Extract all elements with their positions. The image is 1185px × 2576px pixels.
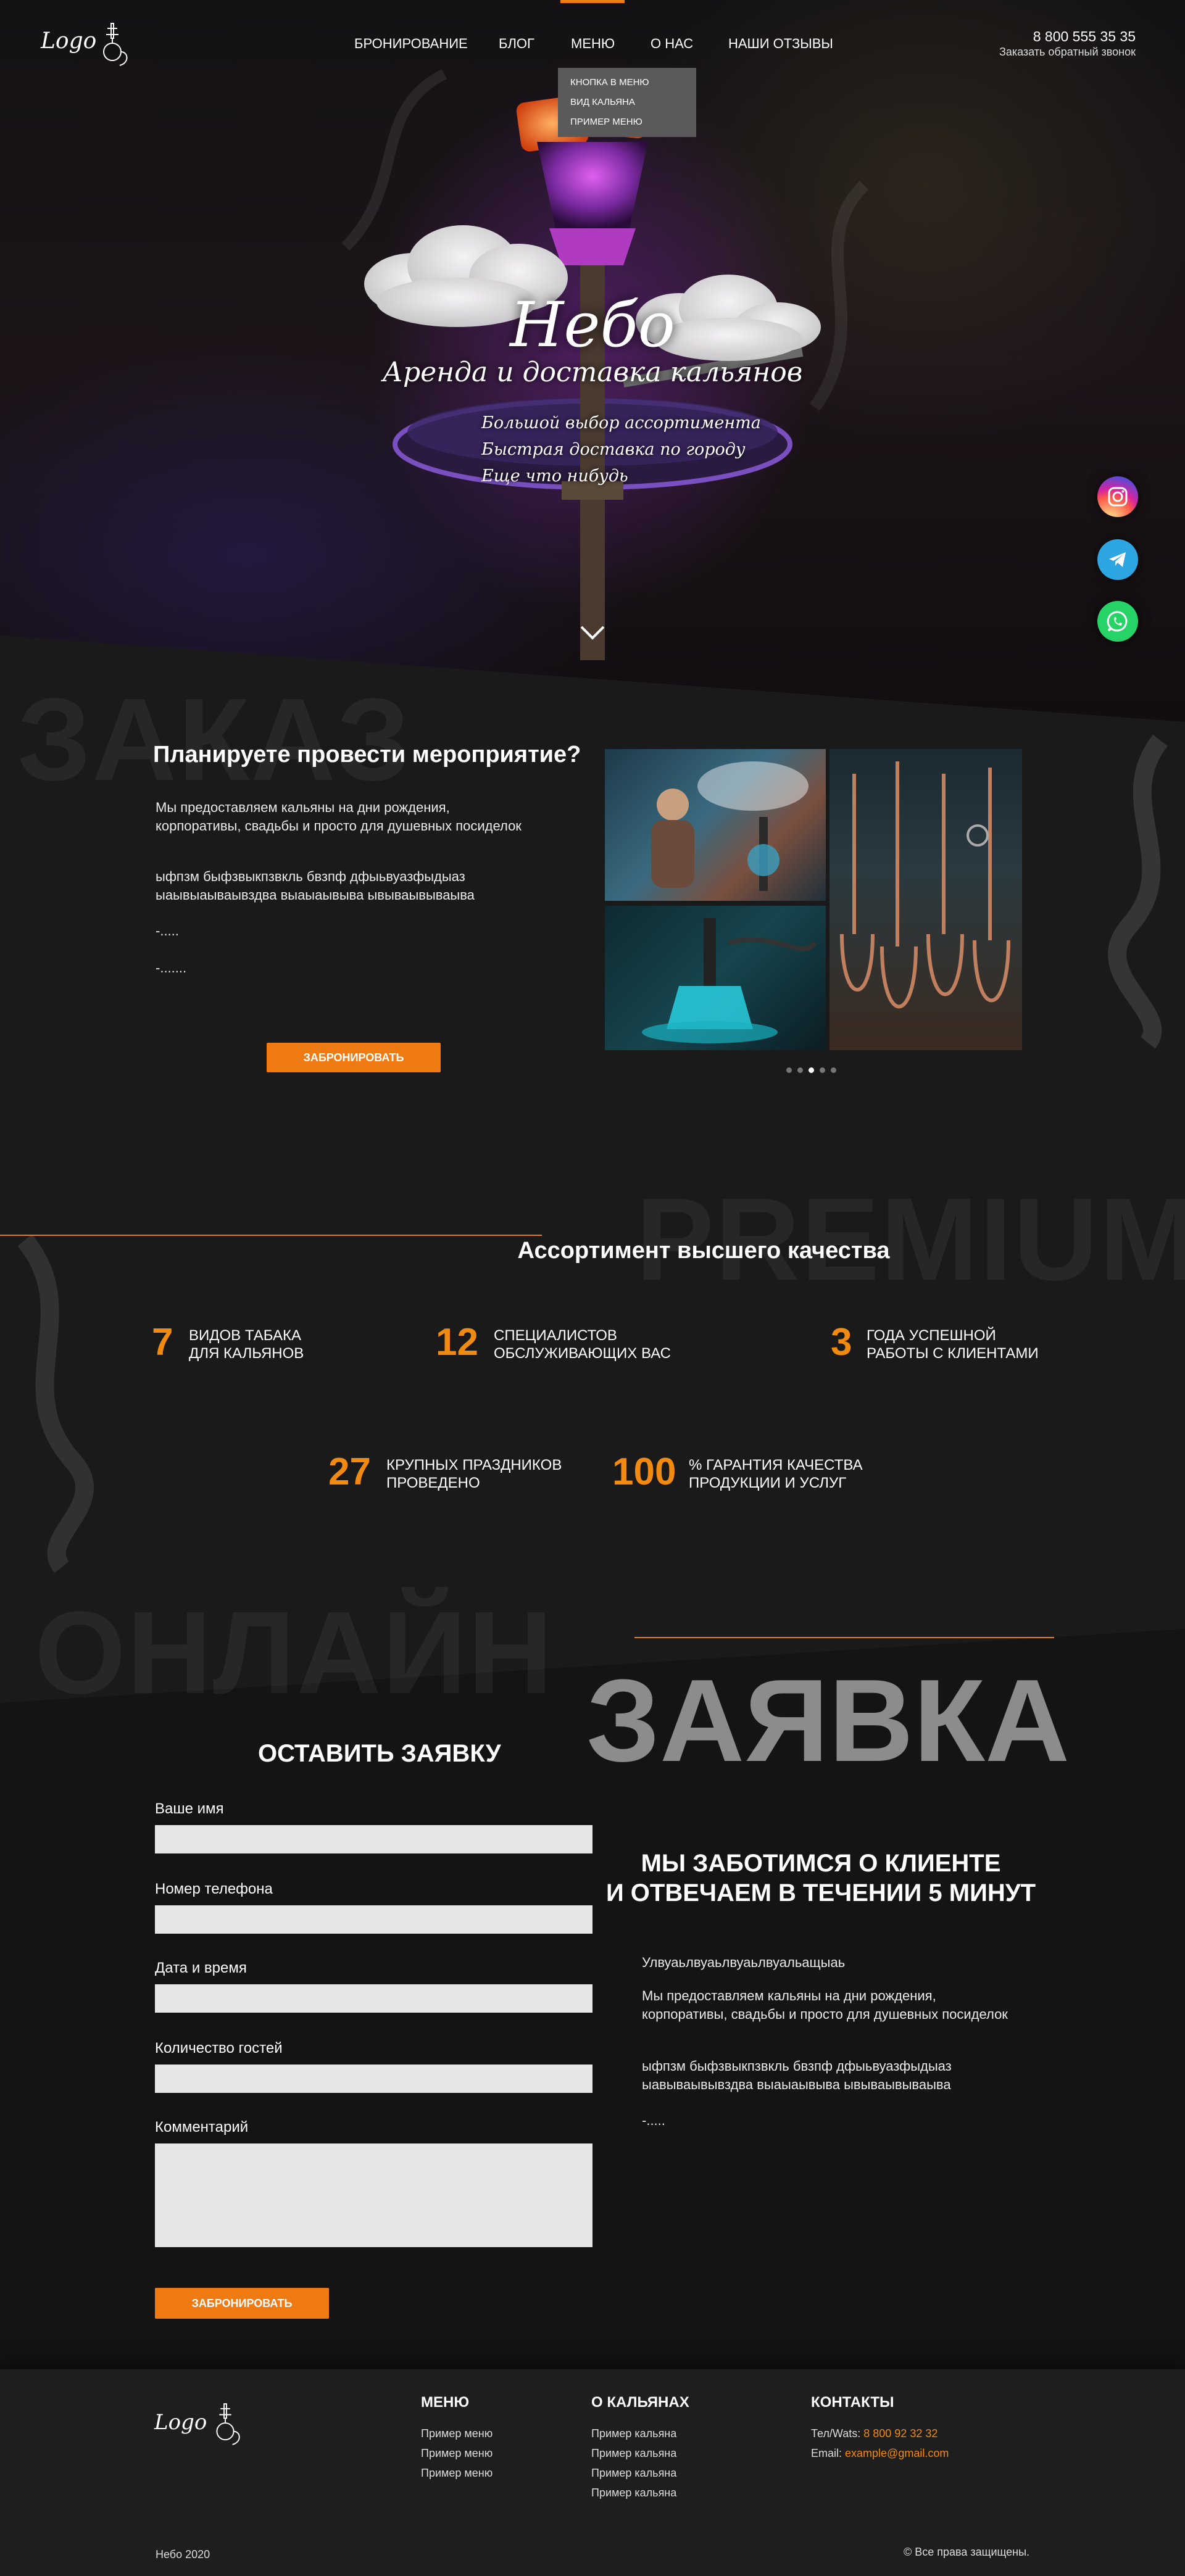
event-title: Планируете провести мероприятие? xyxy=(153,742,581,768)
gallery-image[interactable] xyxy=(605,906,826,1050)
hookah-logo-icon xyxy=(216,2403,240,2445)
hero-feature: Быстрая доставка по городу xyxy=(481,440,746,459)
care-text: -..... xyxy=(642,2113,665,2128)
whatsapp-button[interactable] xyxy=(1097,601,1138,642)
event-text: Мы предоставляем кальяны на дни рождения… xyxy=(156,800,522,834)
guests-input[interactable] xyxy=(155,2065,592,2093)
watermark-online: ОНЛАЙН xyxy=(35,1588,554,1718)
nav-active-indicator xyxy=(560,0,625,3)
hero-feature: Большой выбор ассортимента xyxy=(481,413,761,433)
telegram-button[interactable] xyxy=(1097,539,1138,580)
menu-dropdown: КНОПКА В МЕНЮ ВИД КАЛЬЯНА ПРИМЕР МЕНЮ xyxy=(558,68,696,137)
dropdown-item[interactable]: КНОПКА В МЕНЮ xyxy=(570,73,684,93)
field-label: Комментарий xyxy=(155,2119,249,2135)
stat-label: КРУПНЫХ ПРАЗДНИКОВ ПРОВЕДЕНО xyxy=(386,1457,562,1491)
stat-label: ВИДОВ ТАБАКА ДЛЯ КАЛЬЯНОВ xyxy=(189,1327,304,1362)
hero-subtitle: Аренда и доставка кальянов xyxy=(382,357,803,388)
footer-menu-link[interactable]: Пример меню xyxy=(421,2467,493,2480)
slider-dot[interactable] xyxy=(820,1067,825,1073)
dropdown-item[interactable]: ВИД КАЛЬЯНА xyxy=(570,93,684,112)
hero-title: Небо xyxy=(510,289,675,361)
footer-menu-link[interactable]: Пример меню xyxy=(421,2427,493,2440)
watermark-order: ЗАКАЗ xyxy=(17,674,412,805)
footer-phone: Тел/Wats: 8 800 92 32 32 xyxy=(811,2427,938,2440)
care-text: ыфпзм быфзвыкпзвкль бвзпф дфыьвуазфыдыаз… xyxy=(642,2058,952,2092)
callback-link[interactable]: Заказать обратный звонок xyxy=(999,46,1136,59)
footer-phone-link[interactable]: 8 800 92 32 32 xyxy=(863,2427,938,2440)
care-title: МЫ ЗАБОТИМСЯ О КЛИЕНТЕ xyxy=(641,1850,1001,1877)
stat-number: 12 xyxy=(436,1321,478,1364)
smoke-decoration xyxy=(17,1234,94,1573)
book-button[interactable]: ЗАБРОНИРОВАТЬ xyxy=(267,1043,441,1072)
stat-number: 3 xyxy=(831,1321,852,1364)
name-input[interactable] xyxy=(155,1825,592,1853)
nav-about[interactable]: О НАС xyxy=(651,36,693,52)
comment-textarea[interactable] xyxy=(155,2143,592,2247)
hookah-logo-icon xyxy=(103,23,128,66)
event-text: -....... xyxy=(156,960,187,975)
event-text: ыфпзм быфзвыкпзвкль бвзпф дфыьвуазфыдыаз… xyxy=(156,869,475,903)
footer-copyright-left: Небо 2020 xyxy=(156,2548,210,2561)
nav-blog[interactable]: БЛОГ xyxy=(499,36,534,52)
nav-booking[interactable]: БРОНИРОВАНИЕ xyxy=(354,36,468,52)
logo[interactable]: Logo xyxy=(41,28,96,54)
footer-email-link[interactable]: example@gmail.com xyxy=(845,2447,949,2459)
navbar: Logo БРОНИРОВАНИЕ БЛОГ МЕНЮ О НАС НАШИ О… xyxy=(0,0,1185,137)
event-text: -..... xyxy=(156,923,179,938)
instagram-button[interactable] xyxy=(1097,476,1138,517)
stat-label: % ГАРАНТИЯ КАЧЕСТВА ПРОДУКЦИИ И УСЛУГ xyxy=(689,1457,863,1491)
footer-hookah-link[interactable]: Пример кальяна xyxy=(591,2447,676,2460)
gallery-photo-hookah-row xyxy=(840,761,1010,1009)
slider-dot-active[interactable] xyxy=(809,1067,814,1073)
phone-input[interactable] xyxy=(155,1905,592,1934)
footer-hookah-link[interactable]: Пример кальяна xyxy=(591,2467,676,2480)
nav-menu[interactable]: МЕНЮ xyxy=(571,36,615,52)
care-text: Мы предоставляем кальяны на дни рождения… xyxy=(642,1988,1008,2022)
gallery-image[interactable] xyxy=(605,749,826,901)
divider-line xyxy=(0,1235,542,1236)
gallery-photo-smoker xyxy=(651,761,809,891)
field-label: Номер телефона xyxy=(155,1881,273,1897)
stat-number: 27 xyxy=(328,1451,371,1493)
care-title: И ОТВЕЧАЕМ В ТЕЧЕНИИ 5 МИНУТ xyxy=(605,1879,1036,1907)
premium-title: Ассортимент высшего качества xyxy=(517,1238,890,1264)
field-label: Ваше имя xyxy=(155,1800,224,1817)
submit-button[interactable]: ЗАБРОНИРОВАТЬ xyxy=(155,2288,329,2319)
chevron-down-icon[interactable] xyxy=(579,623,606,642)
gallery-photo-hookah-glow xyxy=(642,918,817,1043)
field-label: Дата и время xyxy=(155,1960,247,1976)
whatsapp-icon xyxy=(1107,611,1128,632)
datetime-input[interactable] xyxy=(155,1984,592,2013)
phone-number[interactable]: 8 800 555 35 35 xyxy=(1033,28,1136,45)
order-big-title: ЗАЯВКА xyxy=(586,1655,1070,1786)
slider-dot[interactable] xyxy=(831,1067,836,1073)
footer-hookah-link[interactable]: Пример кальяна xyxy=(591,2427,676,2440)
footer-copyright-right: © Все права защищены. xyxy=(904,2546,1030,2558)
smoke-decoration xyxy=(1108,734,1168,1049)
hero-feature: Еще что нибудь xyxy=(481,466,628,486)
hero-section: Logo БРОНИРОВАНИЕ БЛОГ МЕНЮ О НАС НАШИ О… xyxy=(0,0,1185,722)
footer-hookah-heading: О КАЛЬЯНАХ xyxy=(591,2394,689,2411)
footer-menu-link[interactable]: Пример меню xyxy=(421,2447,493,2460)
stat-label: СПЕЦИАЛИСТОВ ОБСЛУЖИВАЮЩИХ ВАС xyxy=(494,1327,672,1362)
telegram-icon xyxy=(1109,552,1126,567)
field-label: Количество гостей xyxy=(155,2040,283,2056)
form-title: ОСТАВИТЬ ЗАЯВКУ xyxy=(258,1740,501,1767)
stat-number: 7 xyxy=(152,1321,173,1364)
footer-logo[interactable]: Logo xyxy=(154,2410,207,2435)
care-text: Улвуаьлвуаьлвуаьлвуальащыаь xyxy=(642,1955,846,1970)
footer-contacts-heading: КОНТАКТЫ xyxy=(811,2394,894,2411)
stat-label: ГОДА УСПЕШНОЙ РАБОТЫ С КЛИЕНТАМИ xyxy=(867,1327,1039,1362)
footer-email: Email: example@gmail.com xyxy=(811,2447,949,2459)
gallery-image[interactable] xyxy=(830,749,1022,1050)
footer-hookah-link[interactable]: Пример кальяна xyxy=(591,2487,676,2499)
nav-reviews[interactable]: НАШИ ОТЗЫВЫ xyxy=(728,36,833,52)
footer-menu-heading: МЕНЮ xyxy=(421,2394,470,2411)
dropdown-item[interactable]: ПРИМЕР МЕНЮ xyxy=(570,112,684,132)
instagram-icon xyxy=(1108,487,1128,507)
slider-dot[interactable] xyxy=(786,1067,792,1073)
stat-number: 100 xyxy=(612,1451,676,1493)
divider-line xyxy=(634,1637,1054,1638)
slider-dot[interactable] xyxy=(797,1067,803,1073)
